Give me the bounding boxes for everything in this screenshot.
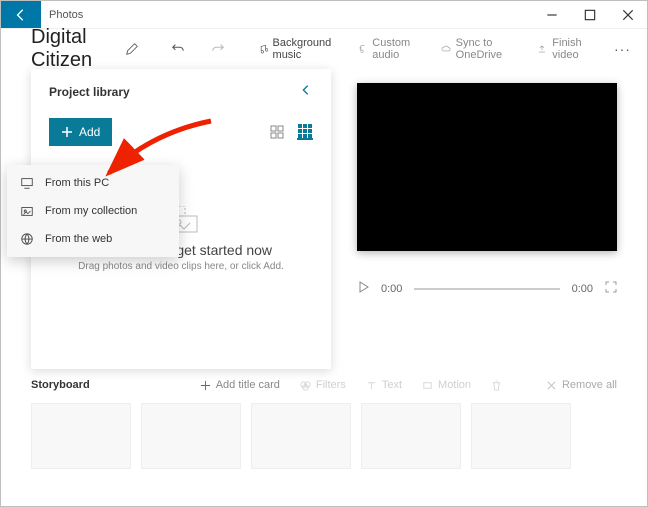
sync-button[interactable]: Sync to OneDrive xyxy=(435,33,524,65)
rename-button[interactable] xyxy=(125,40,139,58)
add-button[interactable]: Add xyxy=(49,118,112,146)
close-icon xyxy=(621,8,635,22)
storyboard-slot[interactable] xyxy=(31,403,131,469)
back-button[interactable] xyxy=(1,1,41,28)
finish-video-button[interactable]: Finish video xyxy=(531,33,600,65)
time-current: 0:00 xyxy=(381,283,402,295)
collapse-library-button[interactable] xyxy=(299,83,313,100)
music-icon xyxy=(258,42,268,56)
maximize-icon xyxy=(583,8,597,22)
storyboard-slot[interactable] xyxy=(361,403,461,469)
pc-icon xyxy=(19,175,35,191)
app-title: Photos xyxy=(41,1,91,28)
expand-icon xyxy=(605,281,617,293)
undo-icon xyxy=(171,42,185,56)
bg-music-button[interactable]: Background music xyxy=(252,33,344,65)
fullscreen-button[interactable] xyxy=(605,281,617,296)
arrow-left-icon xyxy=(14,8,28,22)
motion-icon xyxy=(422,380,433,391)
chevron-left-icon xyxy=(299,83,313,97)
add-dropdown-menu: From this PC From my collection From the… xyxy=(7,165,179,257)
timeline-scrubber[interactable] xyxy=(414,288,559,290)
storyboard-title: Storyboard xyxy=(31,379,90,391)
add-title-card-button[interactable]: Add title card xyxy=(200,379,280,391)
maximize-button[interactable] xyxy=(571,1,609,28)
text-button[interactable]: Text xyxy=(366,379,402,391)
grid-large-icon xyxy=(298,124,312,138)
minimize-icon xyxy=(545,8,559,22)
empty-subtitle: Drag photos and video clips here, or cli… xyxy=(49,261,313,272)
filters-icon xyxy=(300,380,311,391)
redo-button[interactable] xyxy=(211,40,225,58)
export-icon xyxy=(537,42,547,56)
play-button[interactable] xyxy=(357,281,369,296)
plus-icon xyxy=(61,126,73,138)
pencil-icon xyxy=(125,42,139,56)
plus-icon xyxy=(200,380,211,391)
filters-button[interactable]: Filters xyxy=(300,379,346,391)
menu-from-web[interactable]: From the web xyxy=(7,225,179,253)
cloud-icon xyxy=(441,42,451,56)
close-button[interactable] xyxy=(609,1,647,28)
view-large-grid-button[interactable] xyxy=(297,124,313,140)
menu-from-this-pc[interactable]: From this PC xyxy=(7,169,179,197)
motion-button[interactable]: Motion xyxy=(422,379,471,391)
video-preview[interactable] xyxy=(357,83,617,251)
delete-clip-button[interactable] xyxy=(491,380,502,391)
storyboard-slot[interactable] xyxy=(141,403,241,469)
storyboard-slot[interactable] xyxy=(251,403,351,469)
minimize-button[interactable] xyxy=(533,1,571,28)
storyboard-slot[interactable] xyxy=(471,403,571,469)
web-icon xyxy=(19,231,35,247)
view-small-grid-button[interactable] xyxy=(269,124,285,140)
redo-icon xyxy=(211,42,225,56)
time-total: 0:00 xyxy=(572,283,593,295)
project-title: Digital Citizen xyxy=(31,26,117,72)
audio-icon xyxy=(357,42,367,56)
x-icon xyxy=(546,380,557,391)
remove-all-button[interactable]: Remove all xyxy=(546,379,617,391)
trash-icon xyxy=(491,380,502,391)
play-icon xyxy=(357,281,369,293)
collection-icon xyxy=(19,203,35,219)
undo-button[interactable] xyxy=(171,40,185,58)
text-icon xyxy=(366,380,377,391)
library-title: Project library xyxy=(49,85,130,99)
project-library-panel: Project library Add From this PC xyxy=(31,69,331,369)
custom-audio-button[interactable]: Custom audio xyxy=(351,33,426,65)
menu-from-collection[interactable]: From my collection xyxy=(7,197,179,225)
grid-small-icon xyxy=(270,125,284,139)
more-button[interactable]: ··· xyxy=(608,41,637,57)
